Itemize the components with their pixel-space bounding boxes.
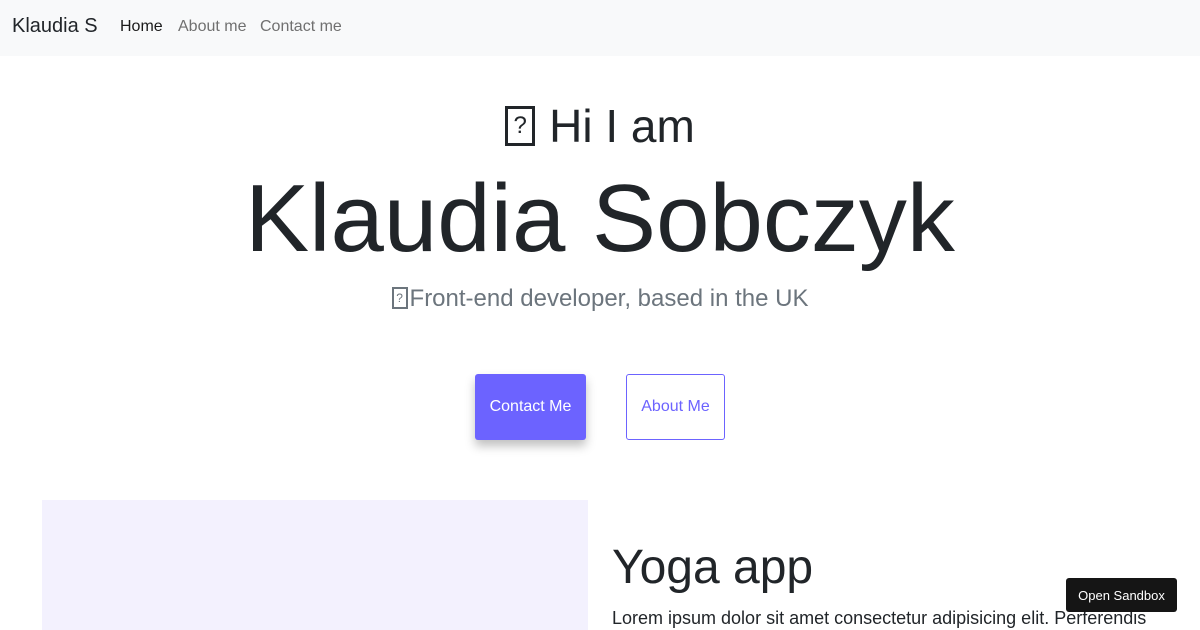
navbar: Klaudia S Home About me Contact me [0,0,1200,56]
greeting-text: Hi I am [549,100,695,152]
nav-link-about-me[interactable]: About me [178,18,246,36]
about-me-button[interactable]: About Me [626,374,725,440]
project-image [42,500,588,630]
brand-link[interactable]: Klaudia S [12,15,98,38]
hero-tagline: Front-end developer, based in the UK [0,284,1200,314]
nav-link-contact-me[interactable]: Contact me [260,18,342,36]
nav-link-home[interactable]: Home [120,18,163,36]
hero-name: Klaudia Sobczyk [245,165,955,272]
project-title: Yoga app [612,541,814,594]
contact-me-button[interactable]: Contact Me [475,374,586,440]
missing-glyph-icon [505,106,536,146]
hero-greeting: Hi I am [0,98,1200,154]
missing-glyph-icon [391,287,408,309]
tagline-text: Front-end developer, based in the UK [409,285,809,312]
open-sandbox-button[interactable]: Open Sandbox [1066,578,1177,612]
